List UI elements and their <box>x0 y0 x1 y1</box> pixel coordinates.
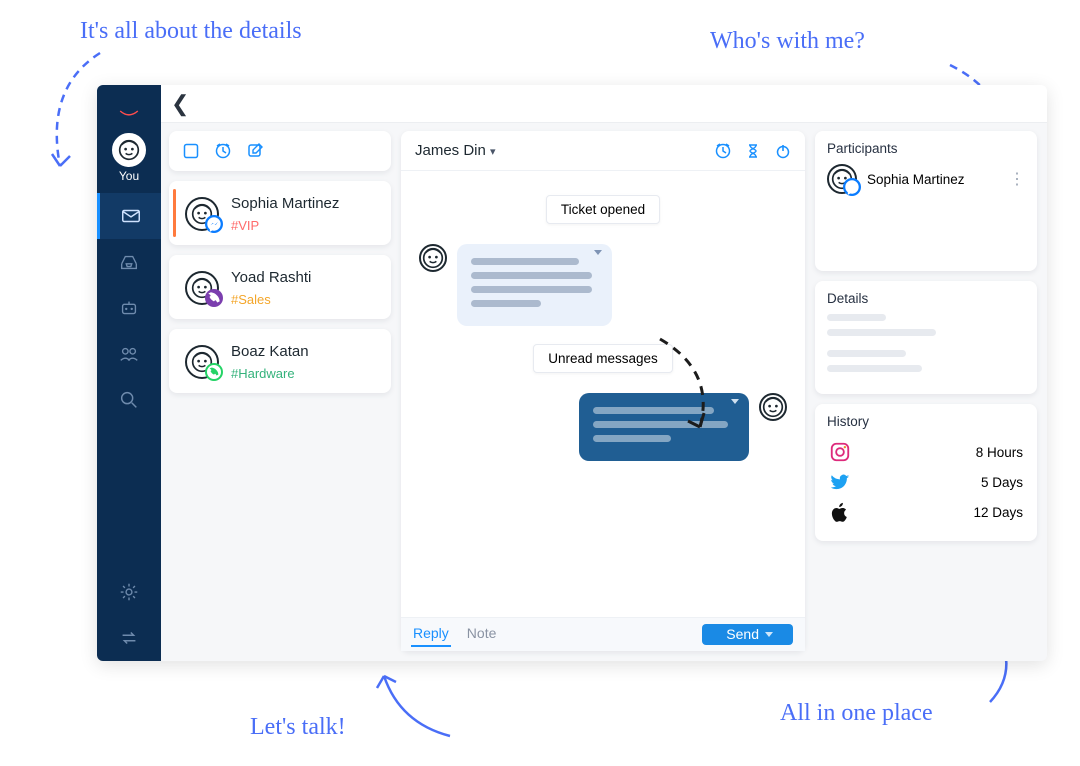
conversation-tag: #VIP <box>231 218 339 233</box>
conversation-tag: #Hardware <box>231 366 309 381</box>
thread-header: James Din ▾ <box>401 131 805 171</box>
tab-note[interactable]: Note <box>465 623 499 647</box>
annotation-who: Who's with me? <box>710 28 865 55</box>
nav-archive[interactable] <box>97 239 161 285</box>
messenger-icon <box>843 178 861 196</box>
more-icon[interactable]: ⋮ <box>1009 169 1025 189</box>
avatar <box>185 197 219 231</box>
participants-panel: Participants Sophia Martinez ⋮ <box>815 131 1037 271</box>
conversation-tag: #Sales <box>231 292 311 307</box>
avatar <box>419 244 447 272</box>
avatar <box>185 345 219 379</box>
conversation-name: Boaz Katan <box>231 343 309 360</box>
list-actions-bar <box>169 131 391 171</box>
annotation-all-in-one: All in one place <box>780 700 933 727</box>
conversation-list-column: Sophia Martinez #VIP Yoad Rashti #Sales <box>169 131 391 651</box>
participant-name: Sophia Martinez <box>867 172 965 187</box>
apple-icon <box>829 501 851 523</box>
sidebar-nav: You <box>97 85 161 661</box>
avatar <box>112 133 146 167</box>
history-label: 8 Hours <box>976 445 1023 460</box>
participant-row[interactable]: Sophia Martinez ⋮ <box>827 164 1025 194</box>
message-bubble[interactable] <box>457 244 612 326</box>
hourglass-icon[interactable] <box>745 143 761 159</box>
avatar <box>759 393 787 421</box>
search-icon <box>118 389 140 411</box>
send-button[interactable]: Send <box>702 624 793 645</box>
compose-icon[interactable] <box>247 143 263 159</box>
alarm-icon[interactable] <box>215 143 231 159</box>
app-shell: You ❮ <box>97 85 1047 661</box>
sidebar-me-label: You <box>119 169 139 183</box>
arrow-icon <box>370 668 460 743</box>
panel-title: Participants <box>827 141 1025 156</box>
history-label: 5 Days <box>981 475 1023 490</box>
nav-bot[interactable] <box>97 285 161 331</box>
panel-title: Details <box>827 291 1025 306</box>
nav-transfer[interactable] <box>97 615 161 661</box>
team-icon <box>118 343 140 365</box>
messenger-icon <box>205 215 223 233</box>
viber-icon <box>205 289 223 307</box>
message-incoming <box>419 244 787 326</box>
details-column: Participants Sophia Martinez ⋮ Detai <box>815 131 1037 651</box>
sidebar-me[interactable]: You <box>112 133 146 183</box>
annotation-details: It's all about the details <box>80 18 302 45</box>
nav-search[interactable] <box>97 377 161 423</box>
conversation-item[interactable]: Yoad Rashti #Sales <box>169 255 391 319</box>
conversation-name: Yoad Rashti <box>231 269 311 286</box>
history-row[interactable]: 12 Days <box>827 497 1025 527</box>
back-button[interactable]: ❮ <box>171 91 189 117</box>
reply-bar: Reply Note Send <box>401 617 805 651</box>
topbar: ❮ <box>161 85 1047 123</box>
workspace: ❮ Sophia Martin <box>161 85 1047 661</box>
bot-icon <box>118 297 140 319</box>
swap-icon <box>118 627 140 649</box>
nav-inbox[interactable] <box>97 193 161 239</box>
avatar <box>827 164 857 194</box>
envelope-icon <box>120 205 142 227</box>
panel-title: History <box>827 414 1025 429</box>
power-icon[interactable] <box>775 143 791 159</box>
nav-team[interactable] <box>97 331 161 377</box>
arrow-icon <box>645 331 725 441</box>
app-logo <box>118 99 140 123</box>
history-row[interactable]: 8 Hours <box>827 437 1025 467</box>
chevron-down-icon: ▾ <box>490 146 496 158</box>
status-chip-opened: Ticket opened <box>546 195 660 224</box>
inbox-icon <box>118 251 140 273</box>
history-panel: History 8 Hours 5 Days <box>815 404 1037 541</box>
avatar <box>185 271 219 305</box>
gear-icon <box>118 581 140 603</box>
conversation-item[interactable]: Boaz Katan #Hardware <box>169 329 391 393</box>
thread-column: James Din ▾ Ticket opened <box>401 131 805 651</box>
history-label: 12 Days <box>973 505 1023 520</box>
assignee-dropdown[interactable]: James Din ▾ <box>415 142 496 159</box>
checkbox-icon[interactable] <box>183 143 199 159</box>
thread-body: Ticket opened Unread messages <box>401 171 805 617</box>
details-placeholder <box>827 314 1025 372</box>
alarm-icon[interactable] <box>715 143 731 159</box>
nav-settings[interactable] <box>97 569 161 615</box>
instagram-icon <box>829 441 851 463</box>
whatsapp-icon <box>205 363 223 381</box>
annotation-lets-talk: Let's talk! <box>250 714 346 741</box>
tab-reply[interactable]: Reply <box>411 623 451 647</box>
conversation-item[interactable]: Sophia Martinez #VIP <box>169 181 391 245</box>
conversation-name: Sophia Martinez <box>231 195 339 212</box>
details-panel: Details <box>815 281 1037 394</box>
history-row[interactable]: 5 Days <box>827 467 1025 497</box>
twitter-icon <box>829 471 851 493</box>
message-outgoing <box>419 393 787 461</box>
